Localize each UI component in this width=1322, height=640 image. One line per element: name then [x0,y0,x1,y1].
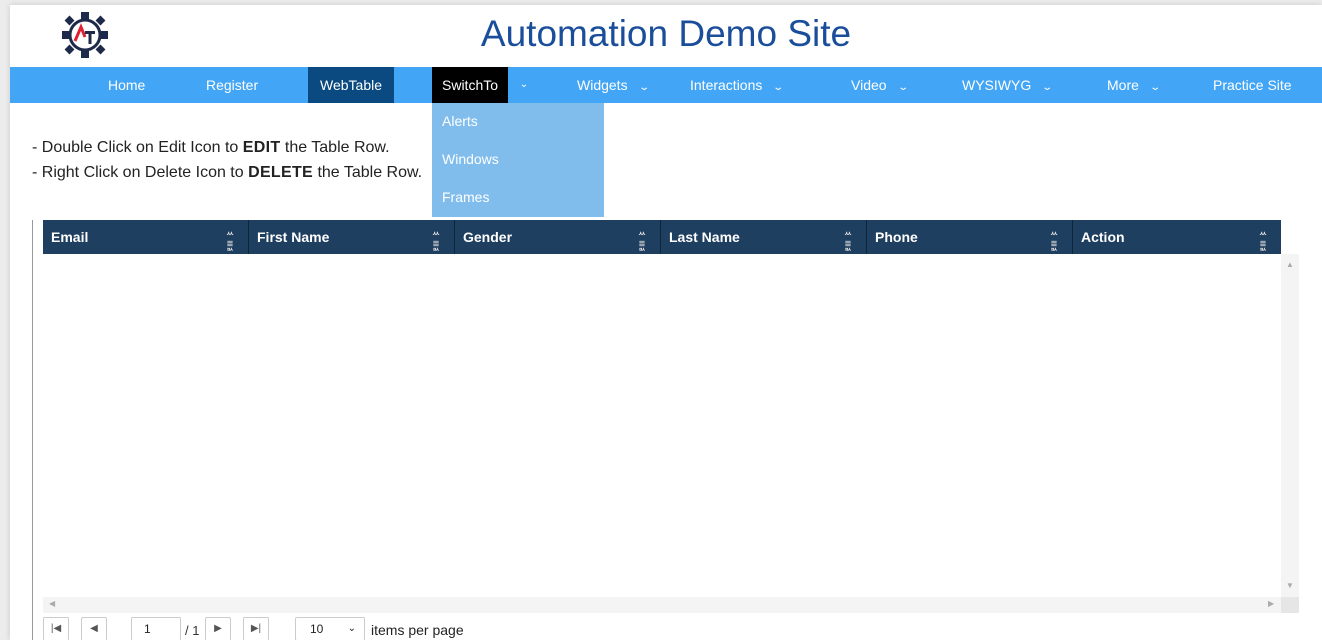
main-navbar: Home Register WebTable SwitchTo ⌄ Widget… [10,67,1322,103]
prev-page-button[interactable]: ◀ [81,617,107,640]
grid-header: Email ᄊ≣ ᄆᄉ First Name ᄊ≣ ᄆᄉ Gender ᄊ≣ ᄆᄉ Last… [43,220,1281,256]
chevron-down-icon: ⌄ [1041,82,1054,93]
instruction-delete: - Right Click on Delete Icon to DELETE t… [32,160,422,185]
scroll-down-icon[interactable]: ▼ [1281,581,1299,590]
scroll-right-icon[interactable]: ▶ [1268,599,1274,608]
nav-webtable[interactable]: WebTable [308,67,395,103]
page: Automation Demo Site Home Register WebTa… [10,5,1322,640]
nav-interactions[interactable]: Interactions ⌄ [690,67,785,103]
horizontal-scrollbar[interactable]: ◀ ▶ [43,597,1281,613]
column-menu-icon[interactable]: ᄊ≣ ᄆᄉ [842,232,854,256]
chevron-down-icon: ⌄ [896,82,909,93]
site-header: Automation Demo Site [10,5,1322,67]
nav-wysiwyg[interactable]: WYSIWYG ⌄ [962,67,1054,103]
instruction-delete-prefix: - Right Click on Delete Icon to [32,164,249,181]
nav-home[interactable]: Home [108,67,145,103]
instruction-edit: - Double Click on Edit Icon to EDIT the … [32,135,422,160]
nav-register[interactable]: Register [206,67,258,103]
column-label: Phone [875,229,918,245]
column-label: Action [1081,229,1125,245]
instruction-edit-suffix: the Table Row. [280,139,390,156]
nav-wysiwyg-label: WYSIWYG [962,77,1032,93]
page-size-select[interactable]: 10 ⌄ [295,617,365,640]
instructions: - Double Click on Edit Icon to EDIT the … [32,135,422,185]
column-menu-icon[interactable]: ᄊ≣ ᄆᄉ [224,232,236,256]
column-label: Last Name [669,229,740,245]
nav-more[interactable]: More ⌄ [1107,67,1161,103]
instruction-delete-suffix: the Table Row. [313,164,423,181]
chevron-down-icon: ⌄ [772,82,785,93]
grid-body-empty [43,254,1281,604]
column-menu-icon[interactable]: ᄊ≣ ᄆᄉ [430,232,442,256]
scrollbar-corner [1281,597,1299,613]
nav-interactions-label: Interactions [690,77,763,93]
column-label: Email [51,229,89,245]
instruction-edit-keyword: EDIT [242,139,281,156]
page-size-value: 10 [310,622,324,636]
nav-more-label: More [1107,77,1139,93]
nav-video-label: Video [851,77,887,93]
nav-switchto[interactable]: SwitchTo [432,67,509,103]
vertical-scrollbar[interactable]: ▲ ▼ [1281,254,1299,604]
web-table-grid: Email ᄊ≣ ᄆᄉ First Name ᄊ≣ ᄆᄉ Gender ᄊ≣ ᄆᄉ Last… [32,220,1302,640]
column-label: Gender [463,229,513,245]
column-menu-icon[interactable]: ᄊ≣ ᄆᄉ [636,232,648,256]
first-page-button[interactable]: |◀ [43,617,69,640]
instruction-edit-prefix: - Double Click on Edit Icon to [32,139,243,156]
column-header-action[interactable]: Action ᄊ≣ ᄆᄉ [1073,220,1281,256]
nav-practice-site[interactable]: Practice Site [1213,67,1292,103]
last-page-button[interactable]: ▶| [243,617,269,640]
nav-widgets-label: Widgets [577,77,628,93]
grid-pager: |◀ ◀ 1 / 1 ▶ ▶| 10 ⌄ items per page [43,617,743,640]
dropdown-item-windows[interactable]: Windows [432,151,604,167]
page-total: / 1 [185,623,200,638]
nav-video[interactable]: Video ⌄ [851,67,909,103]
switchto-chevron-icon[interactable]: ⌄ [516,67,532,103]
column-menu-icon[interactable]: ᄊ≣ ᄆᄉ [1257,232,1269,256]
site-title: Automation Demo Site [480,13,852,54]
scroll-left-icon[interactable]: ◀ [49,599,55,608]
chevron-down-icon: ⌄ [1149,82,1161,93]
items-per-page-label: items per page [371,622,464,638]
column-header-last-name[interactable]: Last Name ᄊ≣ ᄆᄉ [661,220,867,256]
dropdown-item-alerts[interactable]: Alerts [432,113,604,129]
nav-widgets[interactable]: Widgets ⌄ [577,67,650,103]
page-number-input[interactable]: 1 [131,617,181,640]
chevron-down-icon: ⌄ [637,82,650,93]
chevron-down-icon: ⌄ [347,623,356,634]
column-header-first-name[interactable]: First Name ᄊ≣ ᄆᄉ [249,220,455,256]
column-header-email[interactable]: Email ᄊ≣ ᄆᄉ [43,220,249,256]
dropdown-item-frames[interactable]: Frames [432,189,604,205]
instruction-delete-keyword: DELETE [248,164,314,181]
switchto-dropdown-menu: Alerts Windows Frames [432,103,604,217]
next-page-button[interactable]: ▶ [205,617,231,640]
column-header-gender[interactable]: Gender ᄊ≣ ᄆᄉ [455,220,661,256]
column-menu-icon[interactable]: ᄊ≣ ᄆᄉ [1048,232,1060,256]
column-header-phone[interactable]: Phone ᄊ≣ ᄆᄉ [867,220,1073,256]
scroll-up-icon[interactable]: ▲ [1281,260,1299,269]
column-label: First Name [257,229,330,245]
